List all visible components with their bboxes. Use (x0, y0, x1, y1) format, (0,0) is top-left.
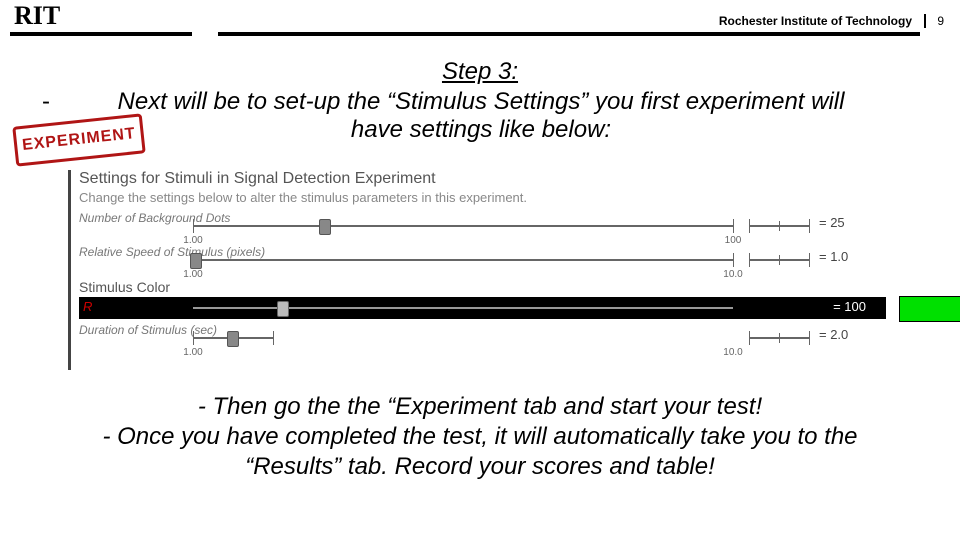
experiment-stamp: EXPERIMENT (12, 113, 145, 166)
setting-value: = 1.0 (819, 249, 848, 264)
slider-max: 10.0 (723, 347, 742, 358)
slider-max: 10.0 (723, 269, 742, 280)
header: RIT Rochester Institute of Technology 9 (0, 4, 960, 38)
lower-bullets: - Then go the the “Experiment tab and st… (20, 392, 940, 482)
slider-background-dots[interactable]: 1.00 100 (193, 217, 733, 235)
step-line2: have settings like below: (351, 116, 611, 143)
slider-min: 1.00 (183, 269, 202, 280)
logo-text: RIT (14, 1, 60, 31)
step-title: Step 3: (0, 58, 960, 86)
setting-duration: Duration of Stimulus (sec) 1.00 10.0 = 2… (79, 323, 886, 353)
slider-fine-ticks (749, 217, 809, 235)
panel-description: Change the settings below to alter the s… (79, 190, 886, 205)
setting-background-dots: Number of Background Dots 1.00 100 = 25 (79, 211, 886, 241)
setting-relative-speed: Relative Speed of Stimulus (pixels) 1.00… (79, 245, 886, 275)
setting-value: = 2.0 (819, 327, 848, 342)
institution-name: Rochester Institute of Technology (719, 14, 912, 28)
page-separator (924, 14, 926, 28)
slider-min: 1.00 (183, 347, 202, 358)
bullet-experiment-tab: - Then go the the “Experiment tab and st… (20, 392, 940, 422)
bullet-results-tab-line2: “Results” tab. Record your scores and ta… (20, 452, 940, 482)
bullet-results-tab-line1: - Once you have completed the test, it w… (20, 422, 940, 452)
stamp-text: EXPERIMENT (12, 113, 145, 166)
settings-panel: Settings for Stimuli in Signal Detection… (68, 170, 886, 370)
setting-color-r: R = 100 (79, 297, 886, 319)
header-rule-right (218, 32, 920, 36)
page-number: 9 (937, 14, 944, 28)
slider-relative-speed[interactable]: 1.00 10.0 (193, 251, 733, 269)
slide: RIT Rochester Institute of Technology 9 … (0, 0, 960, 540)
stimulus-color-label: Stimulus Color (79, 279, 886, 295)
step-description: - Next will be to set-up the “Stimulus S… (42, 88, 920, 144)
slider-thumb-r[interactable] (277, 301, 289, 317)
slider-color-r[interactable] (193, 307, 733, 309)
color-swatch (899, 296, 960, 322)
step-line1: Next will be to set-up the “Stimulus Set… (118, 88, 845, 115)
channel-label-r: R (83, 299, 92, 314)
header-rule-left (10, 32, 192, 36)
slider-fine-ticks (749, 251, 809, 269)
slider-duration[interactable]: 1.00 (193, 329, 273, 347)
channel-value-r: = 100 (833, 299, 866, 314)
slider-fine-ticks (749, 329, 809, 347)
panel-title: Settings for Stimuli in Signal Detection… (79, 170, 886, 188)
setting-value: = 25 (819, 215, 845, 230)
